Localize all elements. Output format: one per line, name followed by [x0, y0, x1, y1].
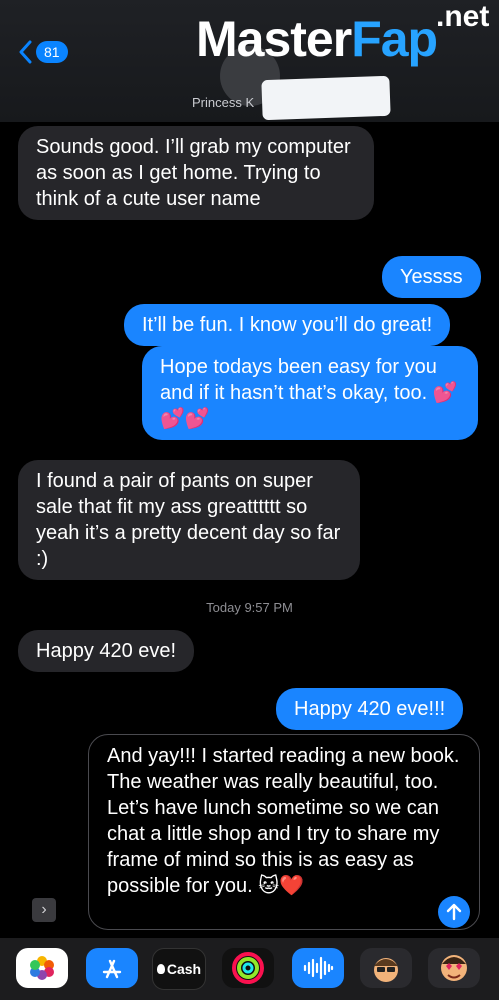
imessage-app-strip: Cash — [0, 938, 499, 1000]
message-bubble-outgoing[interactable]: It’ll be fun. I know you’ll do great! — [124, 304, 451, 346]
contact-name[interactable]: Princess K — [192, 95, 254, 110]
apple-cash-button[interactable]: Cash — [152, 948, 206, 990]
message-input[interactable]: And yay!!! I started reading a new book.… — [88, 734, 480, 930]
app-store-button[interactable] — [86, 948, 138, 988]
message-bubble-incoming[interactable]: I found a pair of pants on super sale th… — [18, 460, 360, 580]
activity-rings-icon — [232, 952, 264, 984]
timestamp: Today 9:57 PM — [206, 600, 293, 615]
message-bubble-outgoing[interactable]: Hope todays been easy for you and if it … — [142, 346, 478, 440]
chevron-left-icon — [19, 40, 32, 64]
message-bubble-incoming[interactable]: Sounds good. I’ll grab my computer as so… — [18, 126, 374, 220]
unread-count-badge: 81 — [36, 41, 68, 63]
back-button[interactable]: 81 — [18, 40, 68, 64]
memoji-sticker-icon — [441, 955, 467, 981]
fitness-app-button[interactable] — [222, 948, 274, 988]
conversation-header: 81 Princess K MasterFap .net — [0, 0, 499, 122]
message-bubble-outgoing[interactable]: Happy 420 eve!!! — [276, 688, 464, 730]
send-button[interactable] — [438, 896, 470, 928]
message-bubble-outgoing[interactable]: Yessss — [382, 256, 481, 298]
watermark-suffix: .net — [436, 0, 490, 33]
audio-message-icon — [303, 956, 334, 980]
watermark-logo: MasterFap — [196, 11, 438, 67]
audio-message-button[interactable] — [292, 948, 344, 988]
arrow-up-icon — [446, 903, 462, 921]
apple-cash-icon — [156, 964, 165, 974]
app-store-icon — [102, 959, 122, 979]
memoji-stickers-button[interactable] — [428, 948, 480, 988]
memoji-button[interactable] — [360, 948, 412, 988]
redaction-patch — [261, 75, 391, 121]
chevron-right-icon: › — [41, 901, 47, 918]
message-bubble-incoming[interactable]: Happy 420 eve! — [18, 630, 195, 672]
photos-icon — [30, 956, 54, 980]
expand-apps-button[interactable]: › — [32, 898, 56, 922]
photos-app-button[interactable] — [16, 948, 68, 988]
memoji-icon — [374, 958, 398, 982]
